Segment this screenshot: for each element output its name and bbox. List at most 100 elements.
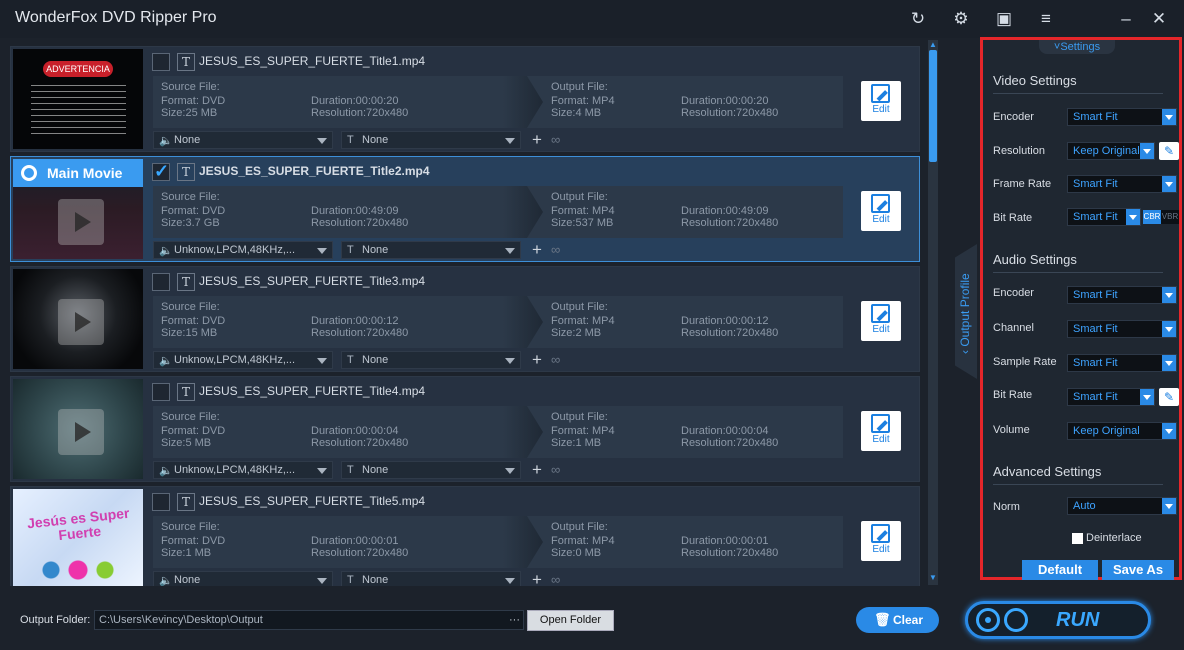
arrow-icon [503,516,543,568]
resolution-select[interactable]: Keep Original [1067,142,1155,160]
add-subtitle-icon[interactable]: + [528,461,546,479]
source-duration: Duration:00:00:01 [311,535,399,547]
scroll-thumb[interactable] [929,50,937,162]
deinterlace-checkbox[interactable] [1072,533,1083,544]
file-info: Source File: Format: DVD Size:1 MB Durat… [153,516,843,568]
file-row-3[interactable]: T JESUS_ES_SUPER_FUERTE_Title3.mp4 Sourc… [10,266,920,372]
edit-button[interactable]: Edit [861,521,901,561]
output-profile-tab[interactable]: ‹ Output Profile [955,244,977,379]
chevron-down-icon [1162,176,1176,192]
clear-button[interactable]: 🗑 Clear [856,607,939,633]
norm-select[interactable]: Auto [1067,497,1177,515]
merge-icon[interactable]: ∞ [551,571,569,586]
video-bit-rate-select[interactable]: Smart Fit [1067,208,1141,226]
audio-track-dropdown[interactable]: 🔈 Unknow,LPCM,48KHz,... [153,461,333,479]
subtitle-icon: T [347,574,354,586]
source-format: Format: DVD [161,535,226,547]
edit-button[interactable]: Edit [861,191,901,231]
open-folder-button[interactable]: Open Folder [527,610,614,631]
vbr-option[interactable]: VBR [1161,210,1179,224]
frame-rate-select[interactable]: Smart Fit [1067,175,1177,193]
row-checkbox[interactable] [152,383,170,401]
add-subtitle-icon[interactable]: + [528,241,546,259]
merge-icon[interactable]: ∞ [551,351,569,369]
list-scrollbar[interactable]: ▲ ▼ [928,40,938,585]
rename-icon[interactable]: T [177,383,195,401]
subtitle-dropdown[interactable]: T None [341,571,521,586]
settings-gear-icon[interactable]: ⚙ [950,8,972,30]
edit-button[interactable]: Edit [861,411,901,451]
subtitle-dropdown[interactable]: T None [341,131,521,149]
arrow-icon [503,76,543,128]
audio-track-dropdown[interactable]: 🔈 None [153,571,333,586]
chevron-down-icon [505,248,515,254]
file-row-2[interactable]: Main Movie T JESUS_ES_SUPER_FUERTE_Title… [10,156,920,262]
source-size: Size:3.7 GB [161,217,220,229]
source-duration: Duration:00:49:09 [311,205,399,217]
settings-tab[interactable]: ˅Settings [1039,40,1115,54]
rename-icon[interactable]: T [177,163,195,181]
file-row-1[interactable]: ADVERTENCIA T JESUS_ES_SUPER_FUERTE_Titl… [10,46,920,152]
resolution-edit-icon[interactable]: ✎ [1159,142,1179,160]
row-checkbox[interactable] [152,53,170,71]
menu-icon[interactable]: ≡ [1035,8,1057,30]
minimize-icon[interactable]: – [1115,8,1137,30]
close-icon[interactable]: ✕ [1148,8,1170,30]
speaker-icon: 🔈 [159,135,173,147]
subtitle-dropdown[interactable]: T None [341,461,521,479]
edit-button[interactable]: Edit [861,81,901,121]
output-resolution: Resolution:720x480 [681,547,779,559]
volume-select[interactable]: Keep Original [1067,422,1177,440]
row-checkbox[interactable] [152,493,170,511]
rename-icon[interactable]: T [177,53,195,71]
file-row-4[interactable]: T JESUS_ES_SUPER_FUERTE_Title4.mp4 Sourc… [10,376,920,482]
add-subtitle-icon[interactable]: + [528,571,546,586]
feedback-icon[interactable]: ▣ [993,8,1015,30]
sample-rate-select[interactable]: Smart Fit [1067,354,1177,372]
scroll-up-icon[interactable]: ▲ [928,40,938,50]
subtitle-dropdown[interactable]: T None [341,351,521,369]
source-label: Source File: [161,411,220,423]
chevron-down-icon [1162,355,1176,371]
bitrate-mode-toggle[interactable]: CBR VBR [1143,210,1179,224]
title-bar: WonderFox DVD Ripper Pro ↻ ⚙ ▣ ≡ – ✕ [0,0,1184,38]
rename-icon[interactable]: T [177,493,195,511]
file-name: JESUS_ES_SUPER_FUERTE_Title2.mp4 [199,164,430,178]
subtitle-dropdown[interactable]: T None [341,241,521,259]
browse-icon[interactable]: ··· [509,611,520,629]
rename-icon[interactable]: T [177,273,195,291]
audio-bit-rate-edit-icon[interactable]: ✎ [1159,388,1179,406]
file-row-5[interactable]: Jesús es Super Fuerte T JESUS_ES_SUPER_F… [10,486,920,586]
audio-track-dropdown[interactable]: 🔈 None [153,131,333,149]
cbr-option[interactable]: CBR [1143,210,1161,224]
add-subtitle-icon[interactable]: + [528,351,546,369]
audio-track-dropdown[interactable]: 🔈 Unknow,LPCM,48KHz,... [153,241,333,259]
row-checkbox[interactable] [152,161,170,182]
edit-button[interactable]: Edit [861,301,901,341]
add-subtitle-icon[interactable]: + [528,131,546,149]
channel-select[interactable]: Smart Fit [1067,320,1177,338]
output-folder-input[interactable]: C:\Users\Kevincy\Desktop\Output ··· [94,610,524,630]
refresh-icon[interactable]: ↻ [907,8,929,30]
save-as-button[interactable]: Save As [1102,560,1174,580]
output-label: Output File: [551,301,608,313]
run-button[interactable]: RUN [965,601,1151,639]
merge-icon[interactable]: ∞ [551,131,569,149]
row-checkbox[interactable] [152,273,170,291]
channel-value: Smart Fit [1073,323,1118,335]
video-encoder-select[interactable]: Smart Fit [1067,108,1177,126]
audio-encoder-value: Smart Fit [1073,289,1118,301]
output-format: Format: MP4 [551,95,615,107]
merge-icon[interactable]: ∞ [551,241,569,259]
chevron-down-icon [1162,109,1176,125]
merge-icon[interactable]: ∞ [551,461,569,479]
output-size: Size:0 MB [551,547,602,559]
scroll-down-icon[interactable]: ▼ [928,573,938,583]
audio-bit-rate-select[interactable]: Smart Fit [1067,388,1155,406]
default-button[interactable]: Default [1022,560,1098,580]
chevron-down-icon [1162,321,1176,337]
audio-encoder-select[interactable]: Smart Fit [1067,286,1177,304]
subtitle-icon: T [347,464,354,476]
audio-track-dropdown[interactable]: 🔈 Unknow,LPCM,48KHz,... [153,351,333,369]
edit-icon [871,194,890,213]
